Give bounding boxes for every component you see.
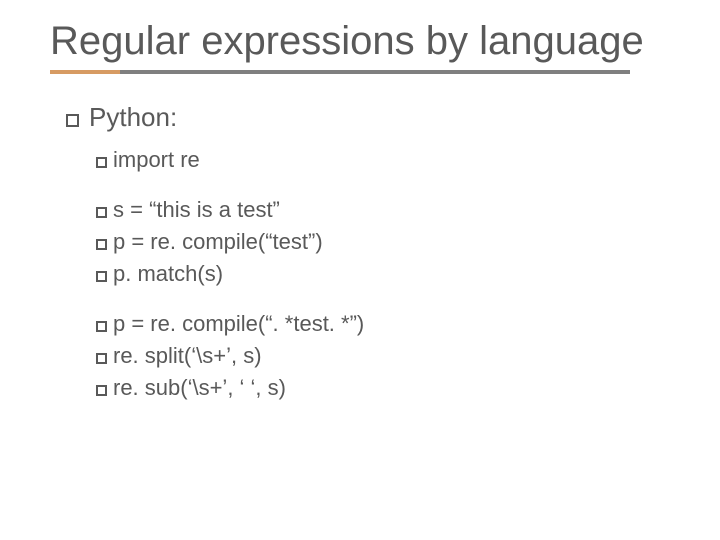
slide-title: Regular expressions by language <box>50 18 720 64</box>
item-text: p = re. compile(“. *test. *”) <box>113 311 364 336</box>
underline-main <box>120 70 630 74</box>
hollow-square-icon <box>96 321 107 332</box>
hollow-square-icon <box>96 207 107 218</box>
hollow-square-icon <box>96 157 107 168</box>
item-text: p. match(s) <box>113 261 223 286</box>
underline-accent <box>50 70 120 74</box>
list-item: p. match(s) <box>96 261 720 287</box>
content-area: Python: import re s = “this is a test” p… <box>0 74 720 401</box>
hollow-square-icon <box>96 239 107 250</box>
item-text: s = “this is a test” <box>113 197 280 222</box>
list-item: re. split(‘\s+’, s) <box>96 343 720 369</box>
item-text: re. split(‘\s+’, s) <box>113 343 262 368</box>
list-item: import re <box>96 147 720 173</box>
item-text: p = re. compile(“test”) <box>113 229 323 254</box>
hollow-square-icon <box>96 271 107 282</box>
group-1: import re <box>66 147 720 173</box>
section-heading: Python: <box>66 102 720 133</box>
hollow-square-icon <box>66 114 79 127</box>
group-2: s = “this is a test” p = re. compile(“te… <box>66 197 720 287</box>
list-item: s = “this is a test” <box>96 197 720 223</box>
list-item: re. sub(‘\s+’, ‘ ‘, s) <box>96 375 720 401</box>
hollow-square-icon <box>96 353 107 364</box>
hollow-square-icon <box>96 385 107 396</box>
group-3: p = re. compile(“. *test. *”) re. split(… <box>66 311 720 401</box>
item-text: re. sub(‘\s+’, ‘ ‘, s) <box>113 375 286 400</box>
section-heading-text: Python: <box>89 102 177 132</box>
item-text: import re <box>113 147 200 172</box>
title-area: Regular expressions by language <box>0 0 720 74</box>
title-underline <box>50 70 630 74</box>
list-item: p = re. compile(“. *test. *”) <box>96 311 720 337</box>
list-item: p = re. compile(“test”) <box>96 229 720 255</box>
